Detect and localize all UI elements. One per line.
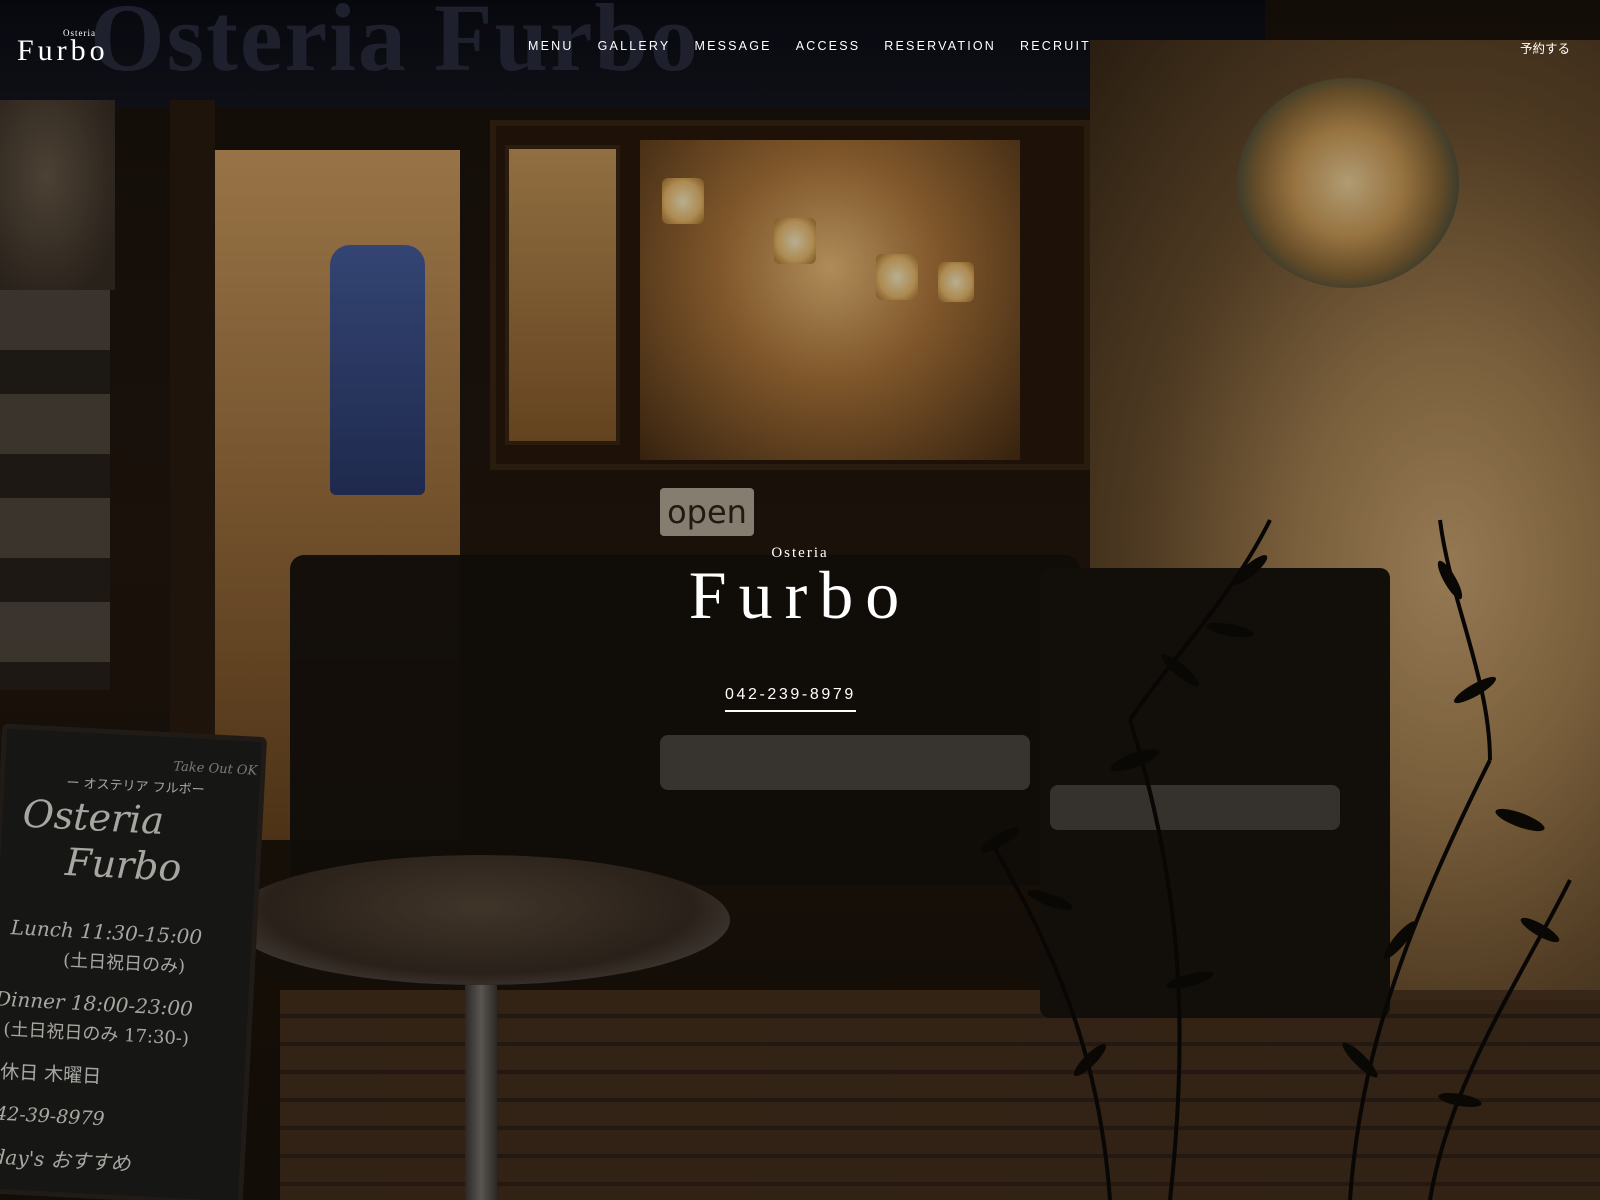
nav-access[interactable]: ACCESS bbox=[796, 39, 861, 53]
phone-link[interactable]: 042-239-8979 bbox=[725, 686, 856, 712]
reserve-link[interactable]: 予約する bbox=[1520, 38, 1570, 57]
nav-recruit[interactable]: RECRUIT bbox=[1020, 39, 1091, 53]
nav-reservation[interactable]: RESERVATION bbox=[884, 39, 996, 53]
main-nav: MENU GALLERY MESSAGE ACCESS RESERVATION … bbox=[528, 39, 1115, 53]
nav-menu[interactable]: MENU bbox=[528, 39, 574, 53]
logo-main-text: Furbo bbox=[17, 34, 109, 67]
site-logo[interactable]: Osteria Furbo bbox=[17, 28, 142, 68]
nav-gallery[interactable]: GALLERY bbox=[598, 39, 671, 53]
nav-message[interactable]: MESSAGE bbox=[694, 39, 771, 53]
hero-brand-main: Furbo bbox=[688, 557, 912, 633]
hero-brand: Osteria Furbo bbox=[650, 545, 950, 645]
